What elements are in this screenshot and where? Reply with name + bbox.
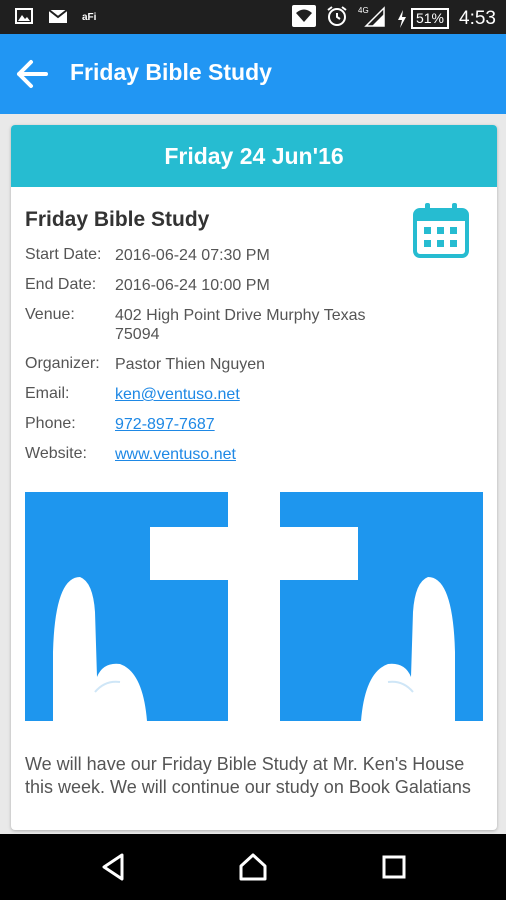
triangle-back-icon [102,853,124,881]
page-title: Friday Bible Study [70,59,272,85]
wifi-p2p-icon: aFi [82,7,102,25]
website-link[interactable]: www.ventuso.net [115,445,405,464]
svg-text:4G: 4G [358,6,369,15]
phone-label: Phone: [25,415,76,432]
event-card: Friday 24 Jun'16 Friday Bible Study Star… [11,125,497,830]
website-label: Website: [25,445,87,462]
arrow-back-icon [17,60,48,88]
event-description: We will have our Friday Bible Study at M… [25,754,471,797]
notification-icons: aFi [14,7,102,25]
phone-link[interactable]: 972-897-7687 [115,415,405,434]
battery-level: 51% [410,8,450,29]
calendar-icon[interactable] [411,200,471,260]
home-icon [239,853,267,881]
venue-value: 402 High Point Drive Murphy Texas 75094 [115,307,366,343]
end-date-label: End Date: [25,276,97,293]
start-date-value: 2016-06-24 07:30 PM [115,247,270,264]
app-bar: Friday Bible Study [0,34,506,114]
venue-label: Venue: [25,306,75,323]
svg-text:aFi: aFi [82,12,97,23]
back-button[interactable] [12,54,52,94]
email-label: Email: [25,385,70,402]
nav-recents-button[interactable] [378,851,410,883]
nav-home-button[interactable] [237,851,269,883]
end-date-value: 2016-06-24 10:00 PM [115,277,270,294]
signal-icon: 4G [358,5,386,32]
cross-hands-illustration [25,492,483,721]
clock: 4:53 [459,7,496,29]
email-link[interactable]: ken@ventuso.net [115,385,405,404]
event-title: Friday Bible Study [25,208,210,231]
start-date-label: Start Date: [25,246,102,263]
image-icon [14,7,34,25]
wifi-icon [291,5,316,32]
status-bar: aFi 4G 51% 4:53 [0,0,506,34]
system-nav-bar [0,834,506,900]
square-recents-icon [382,855,406,879]
battery-icon: 51% [396,8,450,29]
nav-back-button[interactable] [98,851,130,883]
organizer-label: Organizer: [25,355,100,372]
mail-icon [48,7,68,25]
event-image [25,492,483,721]
event-date-header: Friday 24 Jun'16 [11,125,497,187]
alarm-icon [326,5,348,32]
system-icons: 4G 51% 4:53 [291,5,496,32]
organizer-value: Pastor Thien Nguyen [115,356,266,373]
